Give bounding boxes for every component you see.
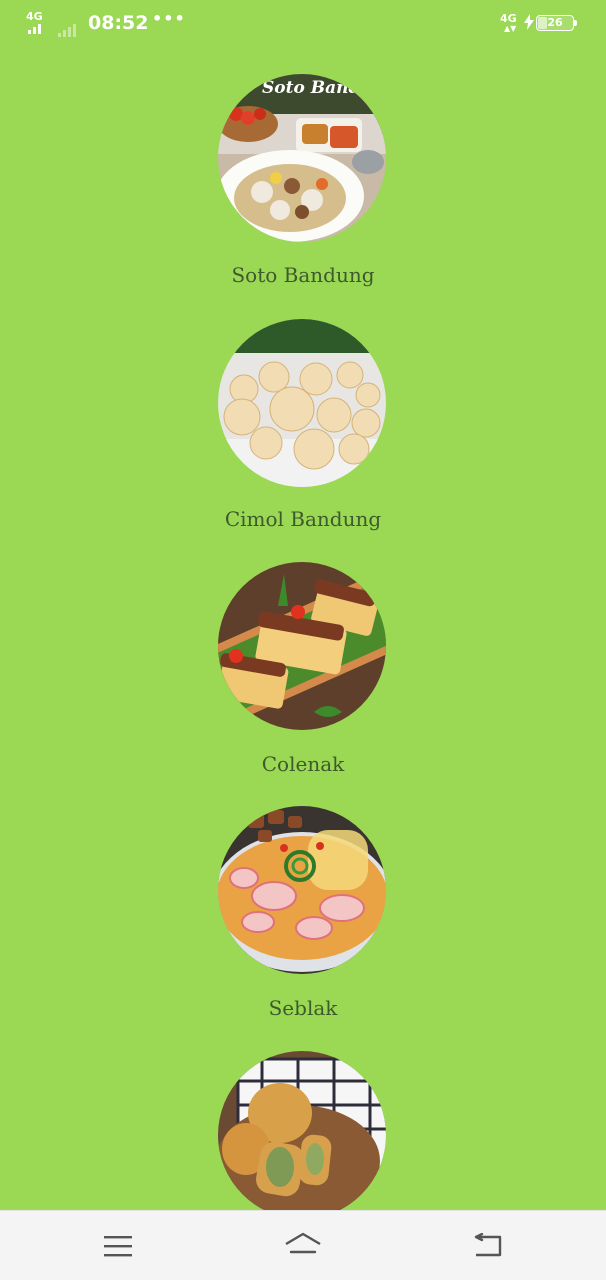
menu-button[interactable] [96,1229,140,1263]
food-image-cimol-bandung[interactable] [218,319,386,487]
back-icon [474,1233,502,1257]
home-icon [285,1232,321,1254]
food-name: Soto Bandung [231,263,375,287]
menu-icon [104,1236,132,1257]
food-image-soto-bandung[interactable]: Soto Banduu [218,74,386,242]
home-button[interactable] [281,1229,325,1263]
image-caption: Soto Banduu [262,78,386,98]
food-name: Cimol Bandung [224,507,382,531]
food-image-colenak[interactable] [218,562,386,730]
food-image-seblak[interactable] [218,806,386,974]
back-button[interactable] [466,1229,510,1263]
food-name: Colenak [261,752,345,776]
navigation-bar [0,1210,606,1280]
food-image-gehu[interactable] [218,1051,386,1210]
food-list[interactable]: Soto Banduu Soto Bandung Cimol Bandung C… [0,0,606,1210]
food-name: Seblak [268,996,338,1020]
